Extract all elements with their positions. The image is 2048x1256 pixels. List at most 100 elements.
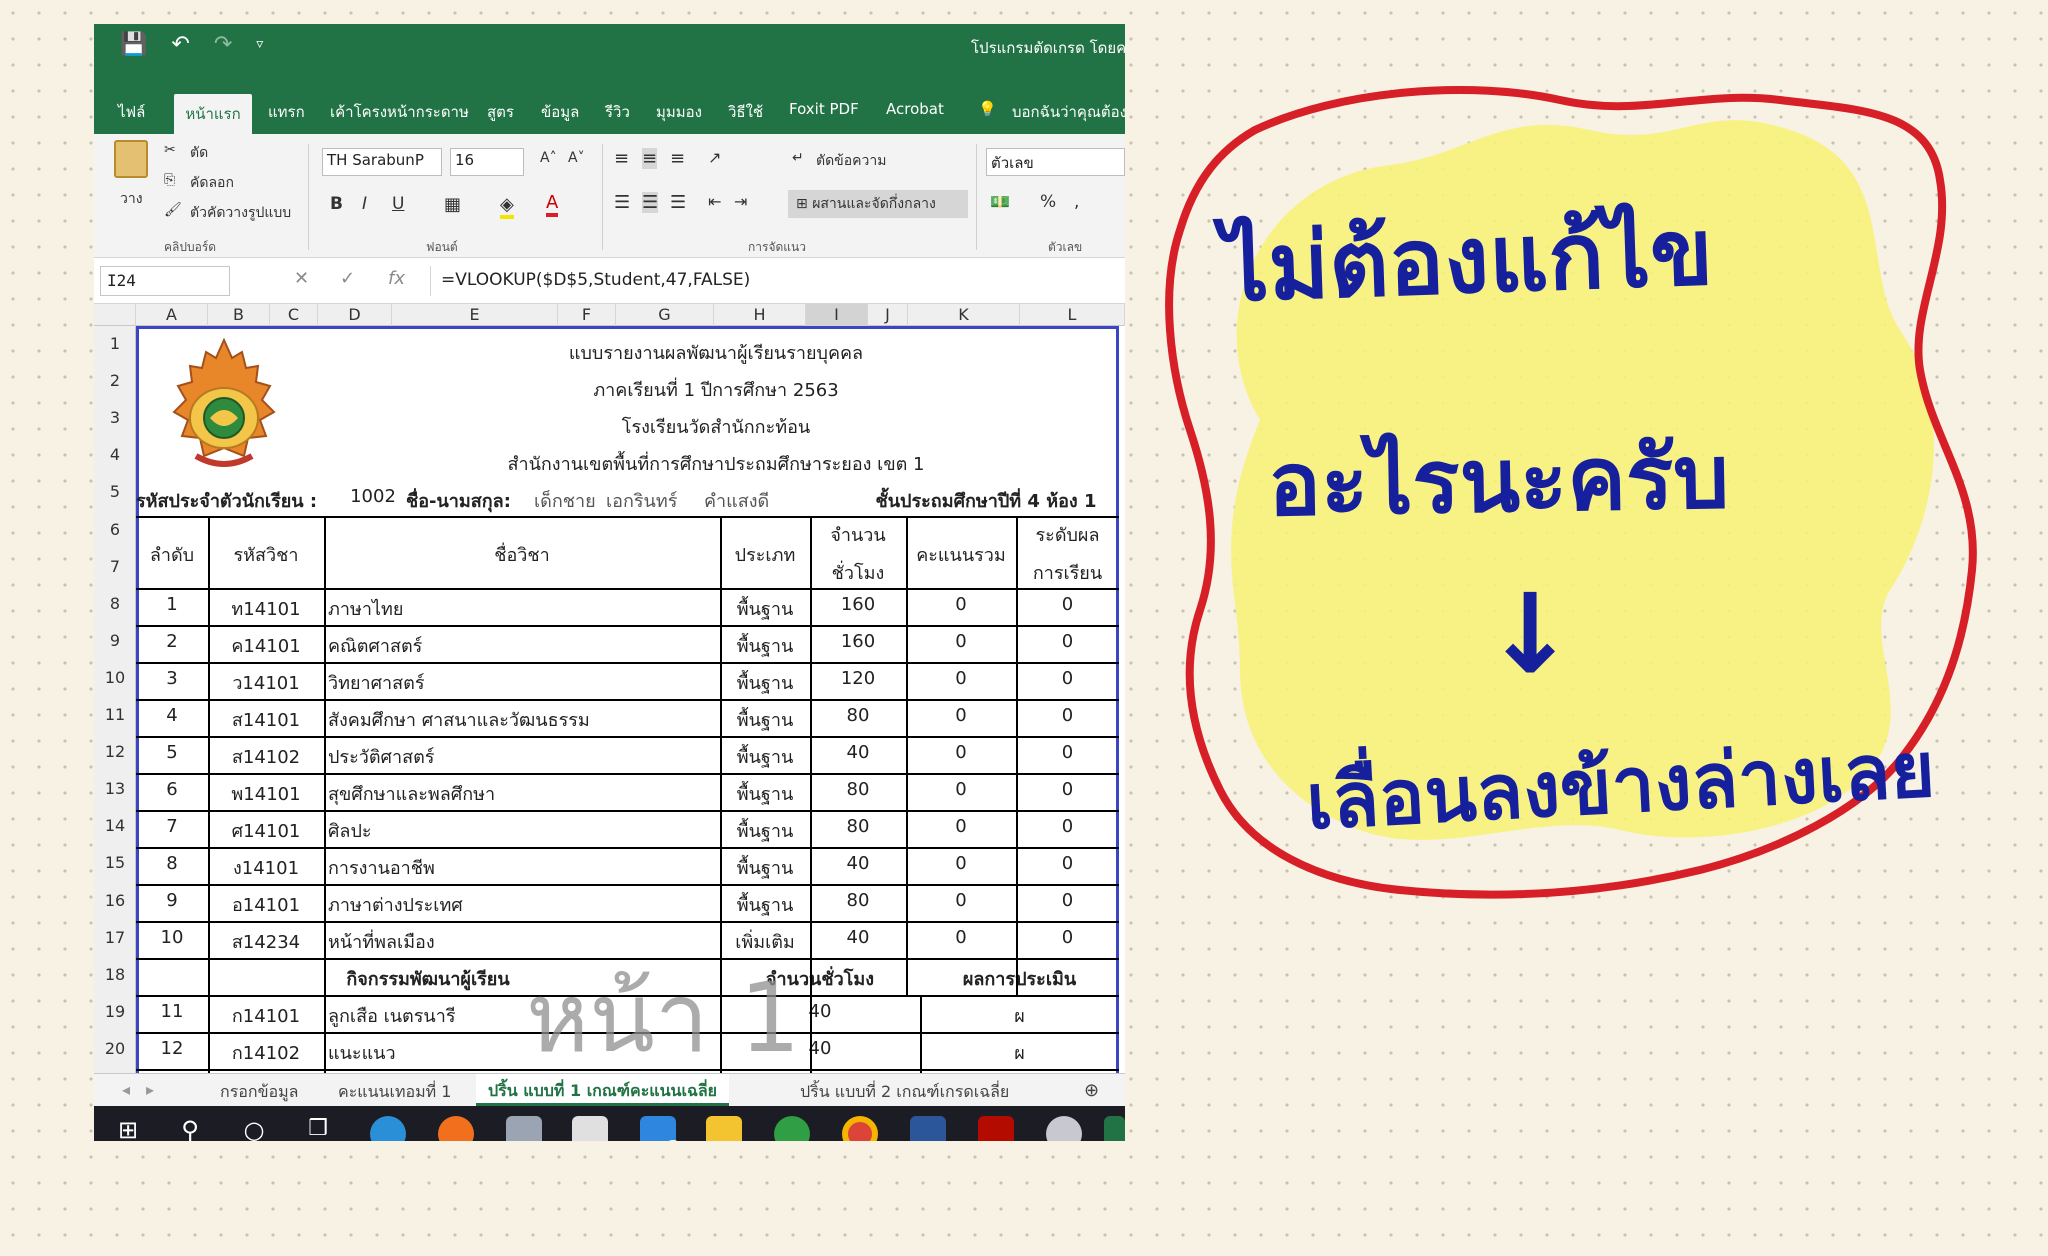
column-header[interactable]: I	[806, 304, 868, 326]
row-header[interactable]: 17	[94, 928, 136, 947]
tab-view[interactable]: มุมมอง	[656, 100, 702, 124]
sheet-tab[interactable]: ปริ้น แบบที่ 2 เกณฑ์เกรดเฉลี่ย	[800, 1080, 1009, 1105]
column-header[interactable]: C	[270, 304, 318, 326]
row-header[interactable]: 16	[94, 891, 136, 910]
sheet-tab[interactable]: คะแนนเทอมที่ 1	[338, 1080, 451, 1105]
row-header[interactable]: 4	[94, 445, 136, 464]
align-left-icon[interactable]: ☰	[614, 192, 630, 213]
copy-button[interactable]: คัดลอก	[190, 172, 234, 194]
sheet-tab-active[interactable]: ปริ้น แบบที่ 1 เกณฑ์คะแนนเฉลี่ย	[476, 1074, 730, 1106]
align-top-icon[interactable]: ≡	[614, 148, 629, 169]
font-name-dropdown[interactable]: TH SarabunP	[322, 148, 442, 176]
tab-page-layout[interactable]: เค้าโครงหน้ากระดาษ	[330, 100, 469, 124]
row-header[interactable]: 9	[94, 631, 136, 650]
tab-help[interactable]: วิธีใช้	[728, 100, 763, 124]
row-header[interactable]: 10	[94, 668, 136, 687]
search-icon[interactable]: ⚲	[172, 1116, 208, 1141]
wrap-text-button[interactable]: ตัดข้อความ	[816, 150, 886, 172]
column-header[interactable]: G	[616, 304, 714, 326]
sheet-tab[interactable]: กรอกข้อมูล	[220, 1080, 298, 1105]
decrease-font-icon[interactable]: A˅	[568, 150, 585, 166]
fill-color-icon[interactable]: ◈	[500, 194, 514, 219]
edge-browser-icon[interactable]	[370, 1116, 406, 1141]
orientation-icon[interactable]: ↗	[708, 148, 721, 167]
column-header[interactable]: D	[318, 304, 392, 326]
enter-icon[interactable]: ✓	[340, 268, 355, 289]
borders-icon[interactable]: ▦	[444, 194, 461, 215]
column-header[interactable]: A	[136, 304, 208, 326]
tab-review[interactable]: รีวิว	[605, 100, 630, 124]
number-format-dropdown[interactable]: ตัวเลข	[986, 148, 1125, 176]
customize-qat-icon[interactable]: ▿	[256, 32, 263, 57]
paint-icon[interactable]	[1046, 1116, 1082, 1141]
row-header[interactable]: 14	[94, 816, 136, 835]
align-middle-icon[interactable]: ≡	[642, 148, 658, 169]
format-painter-button[interactable]: ตัวคัดวางรูปแบบ	[190, 202, 291, 224]
align-bottom-icon[interactable]: ≡	[670, 148, 685, 169]
format-painter-icon[interactable]: 🖌	[164, 202, 182, 218]
camera-icon[interactable]	[506, 1116, 542, 1141]
paste-icon[interactable]	[114, 140, 148, 178]
column-header[interactable]: K	[908, 304, 1020, 326]
column-header[interactable]: F	[558, 304, 616, 326]
align-center-icon[interactable]: ☰	[642, 192, 659, 213]
chrome-icon[interactable]	[842, 1116, 878, 1141]
undo-icon[interactable]: ↶	[171, 32, 189, 57]
task-view-icon[interactable]: ❒	[300, 1116, 336, 1141]
formula-input[interactable]: =VLOOKUP($D$5,Student,47,FALSE)	[430, 266, 1125, 296]
column-header[interactable]: J	[868, 304, 908, 326]
maps-icon[interactable]	[774, 1116, 810, 1141]
accounting-format-icon[interactable]: 💵	[990, 192, 1010, 211]
scroll-right-icon[interactable]: ▸	[146, 1080, 154, 1099]
file-explorer-icon[interactable]	[706, 1116, 742, 1141]
wrap-text-icon[interactable]: ↵	[792, 150, 804, 166]
cancel-icon[interactable]: ✕	[294, 268, 309, 289]
select-all-corner[interactable]	[94, 304, 136, 326]
tab-file[interactable]: ไฟล์	[118, 100, 145, 124]
row-header[interactable]: 6	[94, 520, 136, 539]
row-header[interactable]: 12	[94, 742, 136, 761]
cortana-icon[interactable]: ○	[236, 1116, 272, 1141]
row-header[interactable]: 3	[94, 408, 136, 427]
increase-font-icon[interactable]: A˄	[540, 150, 557, 166]
store-icon[interactable]	[572, 1116, 608, 1141]
insert-function-icon[interactable]: fx	[388, 268, 405, 289]
column-header[interactable]: E	[392, 304, 558, 326]
column-header[interactable]: L	[1020, 304, 1125, 326]
row-header[interactable]: 1	[94, 334, 136, 353]
comma-button[interactable]: ,	[1074, 192, 1079, 212]
merge-center-button[interactable]: ⊞ ผสานและจัดกึ่งกลาง	[788, 190, 968, 218]
italic-button[interactable]: I	[362, 194, 367, 214]
row-header[interactable]: 13	[94, 779, 136, 798]
cut-button[interactable]: ตัด	[190, 142, 208, 164]
firefox-icon[interactable]	[438, 1116, 474, 1141]
row-header[interactable]: 7	[94, 557, 136, 576]
word-icon[interactable]	[910, 1116, 946, 1141]
excel-taskbar-icon[interactable]	[1104, 1116, 1125, 1141]
percent-button[interactable]: %	[1040, 192, 1056, 212]
acrobat-icon[interactable]	[978, 1116, 1014, 1141]
tab-home[interactable]: หน้าแรก	[174, 94, 252, 134]
increase-indent-icon[interactable]: ⇥	[734, 192, 747, 211]
mail-icon[interactable]	[640, 1116, 676, 1141]
align-right-icon[interactable]: ☰	[670, 192, 686, 213]
row-header[interactable]: 5	[94, 482, 136, 501]
tab-data[interactable]: ข้อมูล	[541, 100, 579, 124]
tab-foxit-pdf[interactable]: Foxit PDF	[789, 100, 859, 118]
row-header[interactable]: 11	[94, 705, 136, 724]
tab-acrobat[interactable]: Acrobat	[886, 100, 944, 118]
scroll-left-icon[interactable]: ◂	[122, 1080, 130, 1099]
redo-icon[interactable]: ↷	[214, 32, 232, 57]
underline-button[interactable]: U	[392, 194, 404, 214]
font-color-icon[interactable]: A	[546, 192, 559, 217]
row-header[interactable]: 2	[94, 371, 136, 390]
row-header[interactable]: 20	[94, 1039, 136, 1058]
column-header[interactable]: B	[208, 304, 270, 326]
bold-button[interactable]: B	[330, 194, 343, 214]
name-box[interactable]: I24	[100, 266, 230, 296]
lightbulb-icon[interactable]: 💡	[978, 100, 997, 118]
paste-label[interactable]: วาง	[120, 188, 143, 210]
add-sheet-icon[interactable]: ⊕	[1084, 1080, 1099, 1101]
copy-icon[interactable]: ⎘	[164, 172, 175, 188]
row-header[interactable]: 18	[94, 965, 136, 984]
